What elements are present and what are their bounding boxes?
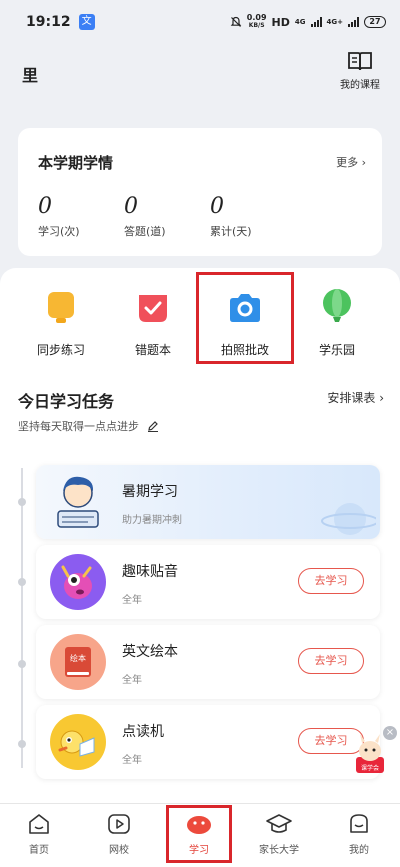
status-time: 19:12 <box>26 14 71 30</box>
mistake-book-icon <box>133 288 173 328</box>
task-subtitle: 全年 <box>122 675 142 686</box>
entry-learning-park[interactable]: 学乐园 <box>292 284 382 358</box>
balloon-icon <box>317 288 357 328</box>
tab-profile[interactable]: 我的 <box>324 812 394 856</box>
location-label[interactable]: 里 <box>22 62 38 86</box>
task-card-picture-book[interactable]: 绘本 英文绘本 全年 去学习 <box>36 625 380 699</box>
timeline-dot <box>18 578 26 586</box>
planet-decoration-icon <box>321 503 376 535</box>
reading-pen-icon <box>50 714 106 770</box>
timeline-dot <box>18 498 26 506</box>
practice-icon <box>41 288 81 328</box>
timeline-line <box>21 468 23 768</box>
tab-online-school[interactable]: 网校 <box>84 812 154 856</box>
task-card-reading-pen[interactable]: 点读机 全年 去学习 <box>36 705 380 779</box>
close-icon: × <box>385 727 395 738</box>
stat-study-count: 0 学习(次) <box>38 194 80 238</box>
hd-indicator: HD <box>271 15 290 29</box>
task-subtitle: 助力暑期冲刺 <box>122 515 182 526</box>
semester-title: 本学期学情 <box>38 154 114 172</box>
net-speed: 0.09 KB/S <box>246 13 267 30</box>
close-ad-button[interactable]: × <box>383 726 397 740</box>
play-icon <box>108 814 130 834</box>
task-subtitle: 全年 <box>122 595 142 606</box>
stat-answer-count: 0 答题(道) <box>124 194 166 238</box>
floating-ad[interactable]: 课学会 <box>352 733 388 775</box>
task-card-phonics[interactable]: 趣味贴音 全年 去学习 <box>36 545 380 619</box>
signal-icon <box>310 17 322 27</box>
stat-total-days: 0 累计(天) <box>210 194 252 238</box>
highlight-box <box>196 272 294 364</box>
tab-highlight-box <box>166 805 232 863</box>
timeline-dot <box>18 660 26 668</box>
mute-bell-icon <box>230 16 242 27</box>
ad-label: 课学会 <box>360 765 379 772</box>
arrange-schedule-link[interactable]: 安排课表 › <box>327 389 384 406</box>
my-courses-label: 我的课程 <box>340 80 380 91</box>
status-indicators: 0.09 KB/S HD 4G 4G+ 27 <box>230 14 386 30</box>
task-name: 趣味贴音 <box>122 564 178 580</box>
open-book-icon <box>348 52 372 71</box>
go-study-button[interactable]: 去学习 <box>298 648 364 674</box>
app-notification-icon: 文 <box>78 14 95 30</box>
timeline-dot <box>18 740 26 748</box>
my-courses-button[interactable]: 我的课程 <box>336 50 384 91</box>
top-bar: 里 我的课程 <box>0 50 400 100</box>
status-bar: 19:12 文 0.09 KB/S HD 4G 4G+ 27 <box>0 0 400 44</box>
entry-mistake-book[interactable]: 错题本 <box>108 284 198 358</box>
task-card-summer[interactable]: 暑期学习 助力暑期冲刺 <box>36 465 380 539</box>
student-illustration-icon <box>48 471 108 533</box>
chevron-right-icon: › <box>361 156 366 169</box>
graduation-cap-icon <box>266 814 292 833</box>
picture-book-icon: 绘本 <box>50 634 106 690</box>
tasks-title: 今日学习任务 <box>18 392 115 411</box>
network-2-label: 4G+ <box>326 18 343 26</box>
task-subtitle: 全年 <box>122 755 142 766</box>
more-link[interactable]: 更多 › <box>336 154 366 170</box>
tab-parent-university[interactable]: 家长大学 <box>244 812 314 856</box>
semester-stats-card[interactable]: 本学期学情 更多 › 0 学习(次) 0 答题(道) 0 累计(天) <box>18 128 382 256</box>
task-name: 暑期学习 <box>122 484 178 500</box>
profile-icon <box>350 814 368 833</box>
signal-icon-2 <box>348 17 359 27</box>
battery-icon: 27 <box>364 16 386 28</box>
phonics-monster-icon <box>50 554 106 610</box>
home-icon <box>29 814 49 834</box>
pencil-icon <box>147 421 158 432</box>
entry-sync-practice[interactable]: 同步练习 <box>16 284 106 358</box>
task-name: 英文绘本 <box>122 644 178 660</box>
go-study-button[interactable]: 去学习 <box>298 568 364 594</box>
network-1-label: 4G <box>294 18 306 26</box>
tasks-subtitle: 坚持每天取得一点点进步 <box>18 418 159 434</box>
chevron-right-icon: › <box>379 391 384 405</box>
tab-home[interactable]: 首页 <box>4 812 74 856</box>
task-name: 点读机 <box>122 724 164 740</box>
